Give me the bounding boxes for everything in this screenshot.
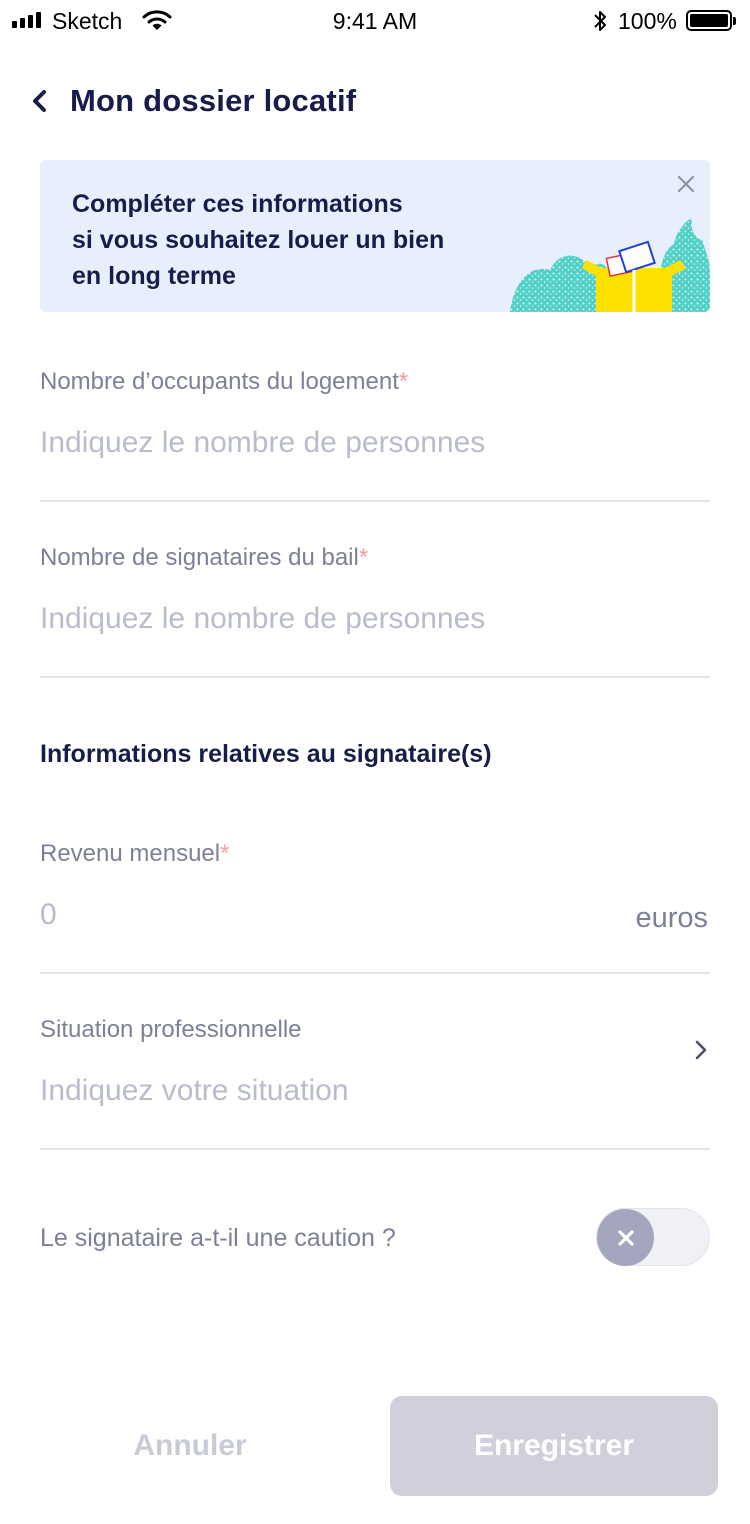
section-title: Informations relatives au signataire(s)	[40, 740, 492, 768]
required-asterisk: *	[398, 368, 409, 395]
banner-line: en long terme	[72, 262, 236, 290]
occupants-field: Nombre d’occupants du logement*	[40, 368, 710, 502]
signataires-label: Nombre de signataires du bail*	[40, 544, 710, 572]
banner-line: Compléter ces informations	[72, 190, 403, 218]
signataires-label-text: Nombre de signataires du bail	[40, 544, 359, 571]
cancel-button[interactable]: Annuler	[40, 1396, 340, 1496]
revenu-label: Revenu mensuel*	[40, 840, 710, 868]
chevron-left-icon	[33, 90, 46, 112]
caution-toggle[interactable]	[596, 1208, 710, 1266]
revenu-label-text: Revenu mensuel	[40, 840, 221, 867]
banner-text: Compléter ces informations si vous souha…	[72, 186, 512, 294]
signataires-input[interactable]	[40, 602, 710, 636]
signataires-field: Nombre de signataires du bail*	[40, 544, 710, 678]
required-asterisk: *	[358, 544, 369, 571]
situation-field[interactable]: Situation professionnelle	[40, 1016, 710, 1150]
open-box-illustration	[510, 218, 710, 312]
caution-label: Le signataire a-t-il une caution ?	[40, 1224, 396, 1252]
header: Mon dossier locatif	[30, 78, 356, 124]
info-banner: Compléter ces informations si vous souha…	[40, 160, 710, 312]
occupants-input[interactable]	[40, 426, 710, 460]
close-icon[interactable]	[674, 172, 698, 196]
occupants-label-text: Nombre d’occupants du logement	[40, 368, 399, 395]
bluetooth-icon	[594, 11, 606, 31]
currency-suffix: euros	[635, 902, 708, 934]
battery-icon	[686, 10, 736, 31]
revenu-field: Revenu mensuel* euros	[40, 840, 710, 974]
situation-label: Situation professionnelle	[40, 1016, 302, 1043]
caution-row: Le signataire a-t-il une caution ?	[40, 1208, 710, 1268]
occupants-label: Nombre d’occupants du logement*	[40, 368, 710, 396]
close-icon	[617, 1229, 634, 1246]
banner-line: si vous souhaitez louer un bien	[72, 226, 445, 254]
required-asterisk: *	[220, 840, 230, 867]
revenu-input[interactable]	[40, 898, 600, 932]
chevron-right-icon[interactable]	[692, 1036, 710, 1064]
save-button[interactable]: Enregistrer	[390, 1396, 718, 1496]
back-button[interactable]	[30, 78, 54, 124]
status-bar: Sketch 9:41 AM 100%	[0, 0, 750, 40]
toggle-knob	[597, 1209, 654, 1266]
page-title: Mon dossier locatif	[70, 83, 357, 118]
situation-input[interactable]	[40, 1074, 710, 1108]
battery-percent: 100%	[618, 8, 677, 34]
